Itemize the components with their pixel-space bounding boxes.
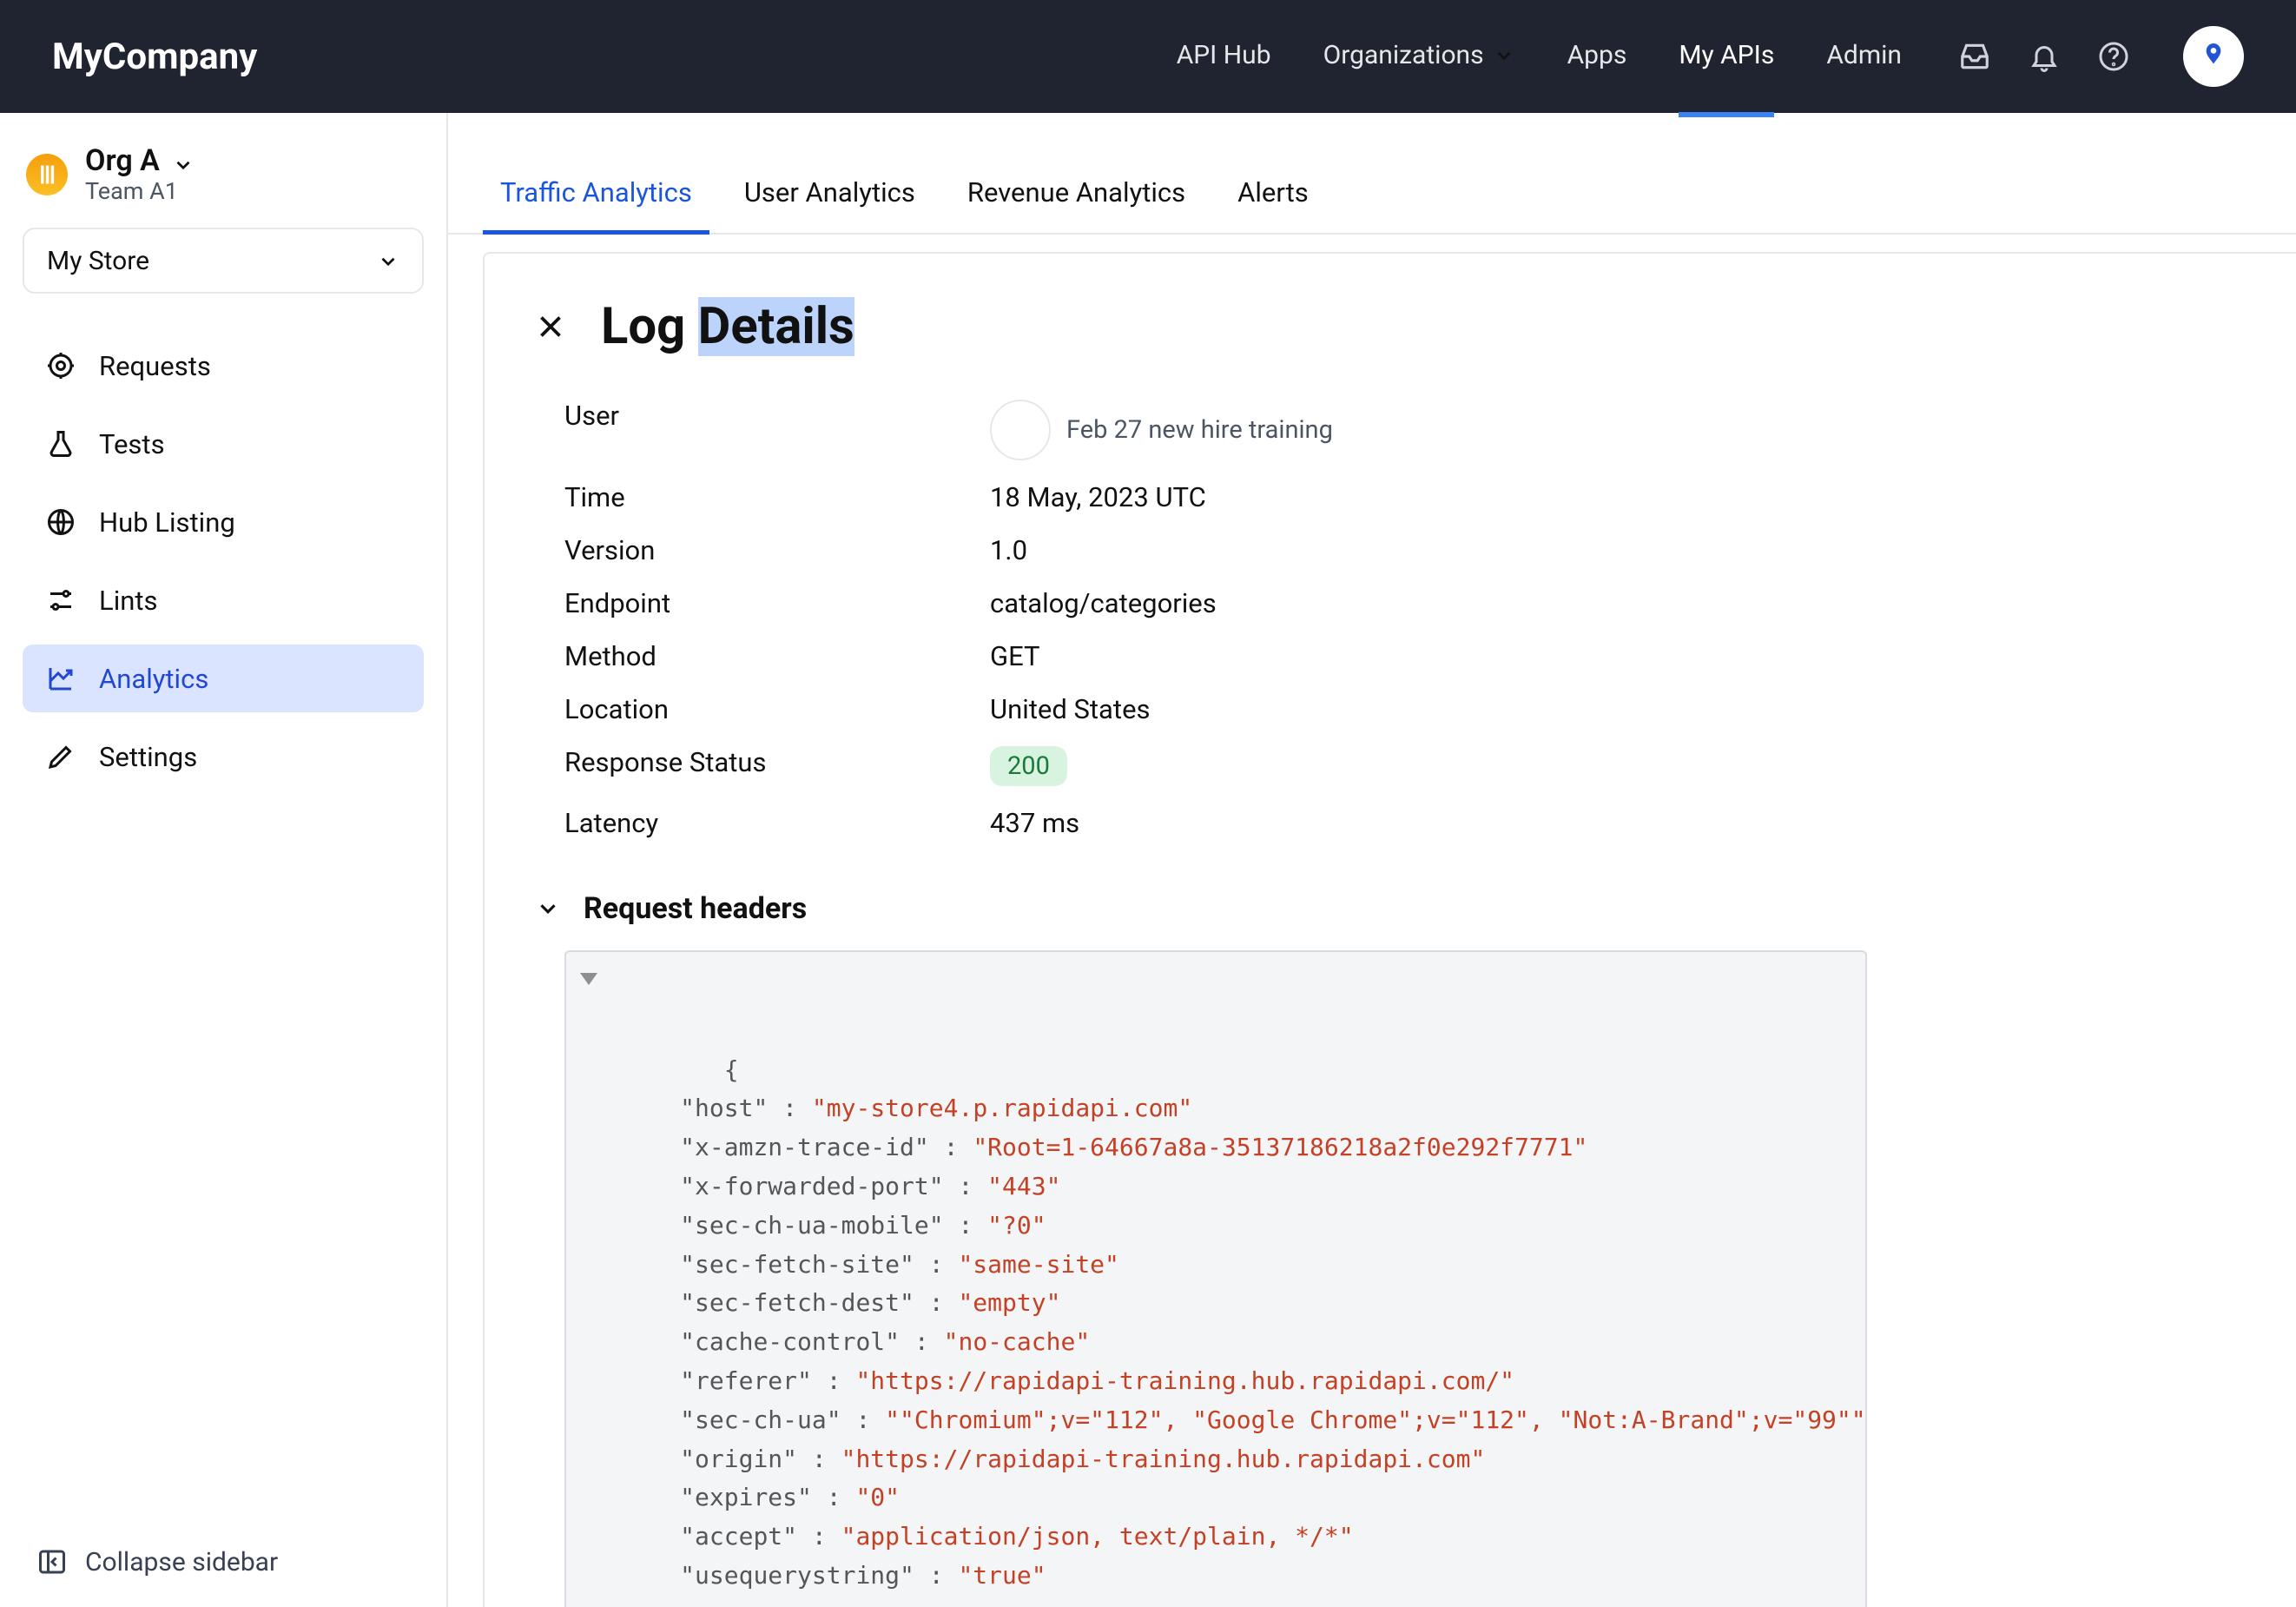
tab-user-analytics[interactable]: User Analytics bbox=[744, 176, 915, 233]
sliders-icon bbox=[45, 585, 76, 616]
collapse-sidebar-label: Collapse sidebar bbox=[85, 1547, 278, 1577]
label-method: Method bbox=[564, 640, 990, 672]
sidebar-item-label: Requests bbox=[99, 350, 211, 382]
close-icon bbox=[535, 311, 566, 342]
collapse-sidebar[interactable]: Collapse sidebar bbox=[23, 1538, 424, 1590]
chevron-down-icon bbox=[172, 150, 195, 173]
sidebar-item-settings[interactable]: Settings bbox=[23, 723, 424, 790]
org-name: Org A bbox=[85, 144, 160, 178]
sidebar-item-analytics[interactable]: Analytics bbox=[23, 645, 424, 712]
team-name: Team A1 bbox=[85, 178, 195, 205]
user-avatar-icon bbox=[990, 400, 1051, 460]
bell-icon[interactable] bbox=[2027, 39, 2062, 74]
nav-admin[interactable]: Admin bbox=[1826, 40, 1902, 74]
analytics-tabs: Traffic Analytics User Analytics Revenue… bbox=[448, 113, 2296, 235]
label-user: User bbox=[564, 400, 990, 460]
request-headers-toggle[interactable]: Request headers bbox=[535, 891, 2244, 926]
value-time: 18 May, 2023 UTC bbox=[990, 481, 2244, 513]
tab-traffic-analytics[interactable]: Traffic Analytics bbox=[500, 176, 692, 233]
nav-apps[interactable]: Apps bbox=[1567, 40, 1627, 74]
nav-links: API Hub Organizations Apps My APIs Admin bbox=[1177, 40, 1902, 74]
label-location: Location bbox=[564, 693, 990, 725]
top-nav: MyCompany API Hub Organizations Apps My … bbox=[0, 0, 2296, 113]
avatar[interactable] bbox=[2183, 26, 2244, 87]
sidebar: Org A Team A1 My Store Requests Tests Hu… bbox=[0, 113, 448, 1607]
label-version: Version bbox=[564, 534, 990, 566]
value-endpoint: catalog/categories bbox=[990, 587, 2244, 619]
sidebar-item-hub-listing[interactable]: Hub Listing bbox=[23, 488, 424, 556]
chevron-down-icon bbox=[535, 896, 561, 922]
globe-icon bbox=[45, 506, 76, 538]
org-badge-icon bbox=[26, 154, 68, 195]
value-method: GET bbox=[990, 640, 2244, 672]
value-location: United States bbox=[990, 693, 2244, 725]
project-select-label: My Store bbox=[47, 246, 149, 276]
org-switcher[interactable]: Org A Team A1 bbox=[23, 139, 424, 221]
sidebar-item-label: Analytics bbox=[99, 663, 208, 695]
value-response-status: 200 bbox=[990, 746, 2244, 786]
log-details-panel: Log Details User Feb 27 new hire trainin… bbox=[483, 252, 2296, 1607]
sidebar-item-label: Hub Listing bbox=[99, 506, 235, 539]
request-headers-title: Request headers bbox=[584, 891, 807, 926]
sidebar-item-requests[interactable]: Requests bbox=[23, 332, 424, 400]
inbox-icon[interactable] bbox=[1957, 39, 1992, 74]
chevron-down-icon bbox=[377, 249, 399, 272]
tab-revenue-analytics[interactable]: Revenue Analytics bbox=[967, 176, 1185, 233]
sidebar-item-label: Tests bbox=[99, 428, 165, 460]
beaker-icon bbox=[45, 428, 76, 460]
help-icon[interactable] bbox=[2096, 39, 2131, 74]
label-endpoint: Endpoint bbox=[564, 587, 990, 619]
sidebar-item-tests[interactable]: Tests bbox=[23, 410, 424, 478]
nav-icons bbox=[1957, 26, 2244, 87]
nav-organizations[interactable]: Organizations bbox=[1323, 40, 1515, 74]
sidebar-item-label: Lints bbox=[99, 585, 158, 617]
main-area: Traffic Analytics User Analytics Revenue… bbox=[448, 113, 2296, 1607]
project-select[interactable]: My Store bbox=[23, 228, 424, 294]
nav-api-hub[interactable]: API Hub bbox=[1177, 40, 1271, 74]
nav-my-apis[interactable]: My APIs bbox=[1679, 40, 1774, 74]
label-latency: Latency bbox=[564, 807, 990, 839]
triangle-collapse-icon[interactable] bbox=[580, 973, 597, 985]
label-response-status: Response Status bbox=[564, 746, 990, 786]
pencil-icon bbox=[45, 741, 76, 772]
collapse-icon bbox=[36, 1546, 68, 1577]
user-name: Feb 27 new hire training bbox=[1066, 415, 1333, 445]
status-badge: 200 bbox=[990, 746, 1067, 786]
panel-title: Log Details bbox=[601, 297, 854, 356]
sidebar-item-lints[interactable]: Lints bbox=[23, 566, 424, 634]
log-details-grid: User Feb 27 new hire training Time 18 Ma… bbox=[564, 400, 2244, 839]
target-icon bbox=[45, 350, 76, 381]
brand-logo[interactable]: MyCompany bbox=[52, 36, 257, 78]
request-headers-body: { "host" : "my-store4.p.rapidapi.com" "x… bbox=[564, 950, 1867, 1607]
value-version: 1.0 bbox=[990, 534, 2244, 566]
sidebar-item-label: Settings bbox=[99, 741, 197, 773]
label-time: Time bbox=[564, 481, 990, 513]
value-latency: 437 ms bbox=[990, 807, 2244, 839]
nav-organizations-label: Organizations bbox=[1323, 40, 1484, 70]
close-button[interactable] bbox=[535, 311, 566, 342]
chart-icon bbox=[45, 663, 76, 694]
chevron-down-icon bbox=[1493, 43, 1515, 66]
tab-alerts[interactable]: Alerts bbox=[1237, 176, 1309, 233]
value-user: Feb 27 new hire training bbox=[990, 400, 2244, 460]
